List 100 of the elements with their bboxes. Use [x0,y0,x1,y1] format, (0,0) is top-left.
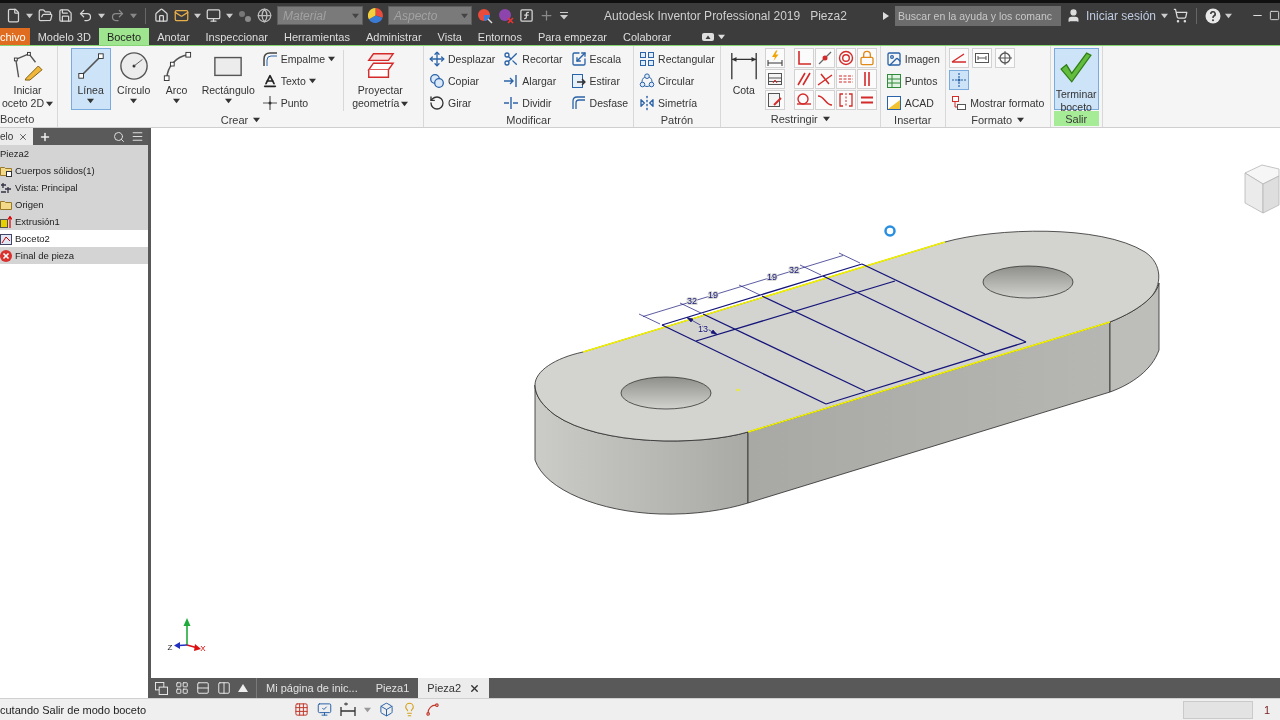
circular-pattern-button[interactable]: Circular [637,70,717,91]
dimension-value[interactable]: 32 [789,265,799,275]
monitor-check-icon[interactable] [317,702,332,717]
add-icon[interactable] [39,130,52,143]
triangle-up-icon[interactable] [238,683,248,693]
play-icon[interactable] [881,11,890,20]
acad-button[interactable]: ACAD [883,92,942,113]
tile-icon[interactable] [175,681,189,695]
ribbon-tab[interactable]: Colaborar [615,28,680,45]
crossing-lines-button[interactable] [814,69,835,89]
mirror-button[interactable]: Simetría [637,92,717,113]
sketch-line[interactable] [861,263,1027,343]
points-button[interactable]: Puntos [883,70,942,91]
home-icon[interactable] [154,8,169,23]
customize-icon[interactable] [559,10,569,21]
cube-icon[interactable] [379,702,394,717]
vertical-button[interactable] [856,69,877,89]
document-tab[interactable]: Pieza1 [366,678,419,698]
parallel-button[interactable] [793,69,814,89]
dimension-icon[interactable] [340,701,356,718]
sketch-line[interactable] [825,341,1027,405]
line-button[interactable]: Línea [70,48,111,110]
close-icon[interactable] [469,682,480,694]
tree-item[interactable]: Cuerpos sólidos(1) [0,162,148,179]
table-button[interactable] [764,69,785,89]
perpendicular-button[interactable] [793,48,814,68]
redo-icon[interactable] [110,8,125,23]
ribbon-tab[interactable]: Para empezar [529,28,615,45]
fillet-button[interactable]: Empalme [259,48,338,69]
grid-icon[interactable] [294,702,309,717]
close-icon[interactable] [18,131,29,142]
dimension-button[interactable]: Cota [723,48,764,110]
ribbon-tab[interactable]: Boceto [98,28,150,45]
tree-item[interactable]: Vista: Principal [0,179,148,196]
panel-title[interactable]: Crear [61,113,421,126]
document-tab[interactable]: Pieza2 [418,678,489,698]
split-button[interactable]: Dividir [501,92,565,113]
ribbon-tab[interactable]: Inspeccionar [197,28,276,45]
ribbon-tab[interactable]: Herramientas [275,28,358,45]
tree-item[interactable]: Final de pieza [0,247,148,264]
symmetric-button[interactable] [835,90,856,110]
sign-in-link[interactable]: Iniciar sesión [1085,8,1156,23]
trim-button[interactable]: Recortar [501,48,565,69]
edit-button[interactable] [764,90,785,110]
copy-button[interactable]: Copiar [427,70,498,91]
color-ball-icon[interactable] [477,7,493,24]
spline-icon[interactable] [425,702,440,717]
tree-item[interactable]: Extrusión1 [0,213,148,230]
monitor-icon[interactable] [206,8,221,23]
panel-title[interactable]: Formato [948,113,1047,126]
undo-icon[interactable] [78,8,93,23]
color-ball-x-icon[interactable] [498,7,514,24]
caret-icon[interactable] [718,33,726,40]
ribbon-tab[interactable]: Anotar [149,28,198,45]
cascade-icon[interactable] [155,681,168,695]
dimension-drawing[interactable] [638,252,861,335]
arc-button[interactable]: Arco [156,48,197,110]
stretch-button[interactable]: Estirar [568,70,631,91]
user-icon[interactable] [1065,8,1081,23]
offset-button[interactable]: Desfase [568,92,631,113]
angle-button[interactable] [949,48,970,68]
new-file-icon[interactable] [6,8,21,23]
caret-icon[interactable] [194,12,201,19]
help-icon[interactable] [1205,7,1221,24]
rectangle-button[interactable]: Rectángulo [199,48,257,110]
part-body[interactable] [534,230,1160,515]
folder-icon[interactable] [38,8,53,23]
circle-button[interactable]: Círculo [113,48,154,110]
text-button[interactable]: Texto [259,70,338,91]
caret-icon[interactable] [26,12,33,19]
caret-icon[interactable] [226,12,233,19]
plus-icon[interactable] [539,8,554,23]
cart-icon[interactable] [1173,8,1188,23]
caret-icon[interactable] [1161,12,1168,19]
dimension-value[interactable]: 32 [687,296,697,306]
projected-edge[interactable] [747,321,1111,433]
scale-button[interactable]: Escala [568,48,631,69]
globe-icon[interactable] [257,8,272,23]
spacing-button[interactable] [972,48,993,68]
panel-title[interactable]: Restringir [723,111,877,126]
caret-icon[interactable] [1225,12,1232,19]
sketch-line[interactable] [822,275,986,355]
sketch-line[interactable] [661,324,827,405]
circle-crosshair-button[interactable] [995,48,1016,68]
ribbon-tab[interactable]: Modelo 3D [29,28,99,45]
columns-icon[interactable] [217,681,231,695]
coincident-button[interactable] [814,48,835,68]
tangent-button[interactable] [793,90,814,110]
equal-button[interactable] [856,90,877,110]
envelope-icon[interactable] [174,8,189,23]
sketch-line[interactable] [661,263,863,326]
dots-icon[interactable] [238,8,252,23]
tree-item[interactable]: Origen [0,196,148,213]
move-button[interactable]: Desplazar [427,48,498,69]
start-sketch-button[interactable]: Iniciar oceto 2D [0,48,56,110]
menu-icon[interactable] [131,130,144,143]
browser-tab[interactable]: elo [0,128,34,145]
point-button[interactable]: Punto [259,92,338,113]
ribbon-tab[interactable]: Entornos [469,28,530,45]
tree-item[interactable]: Pieza2 [0,145,148,162]
